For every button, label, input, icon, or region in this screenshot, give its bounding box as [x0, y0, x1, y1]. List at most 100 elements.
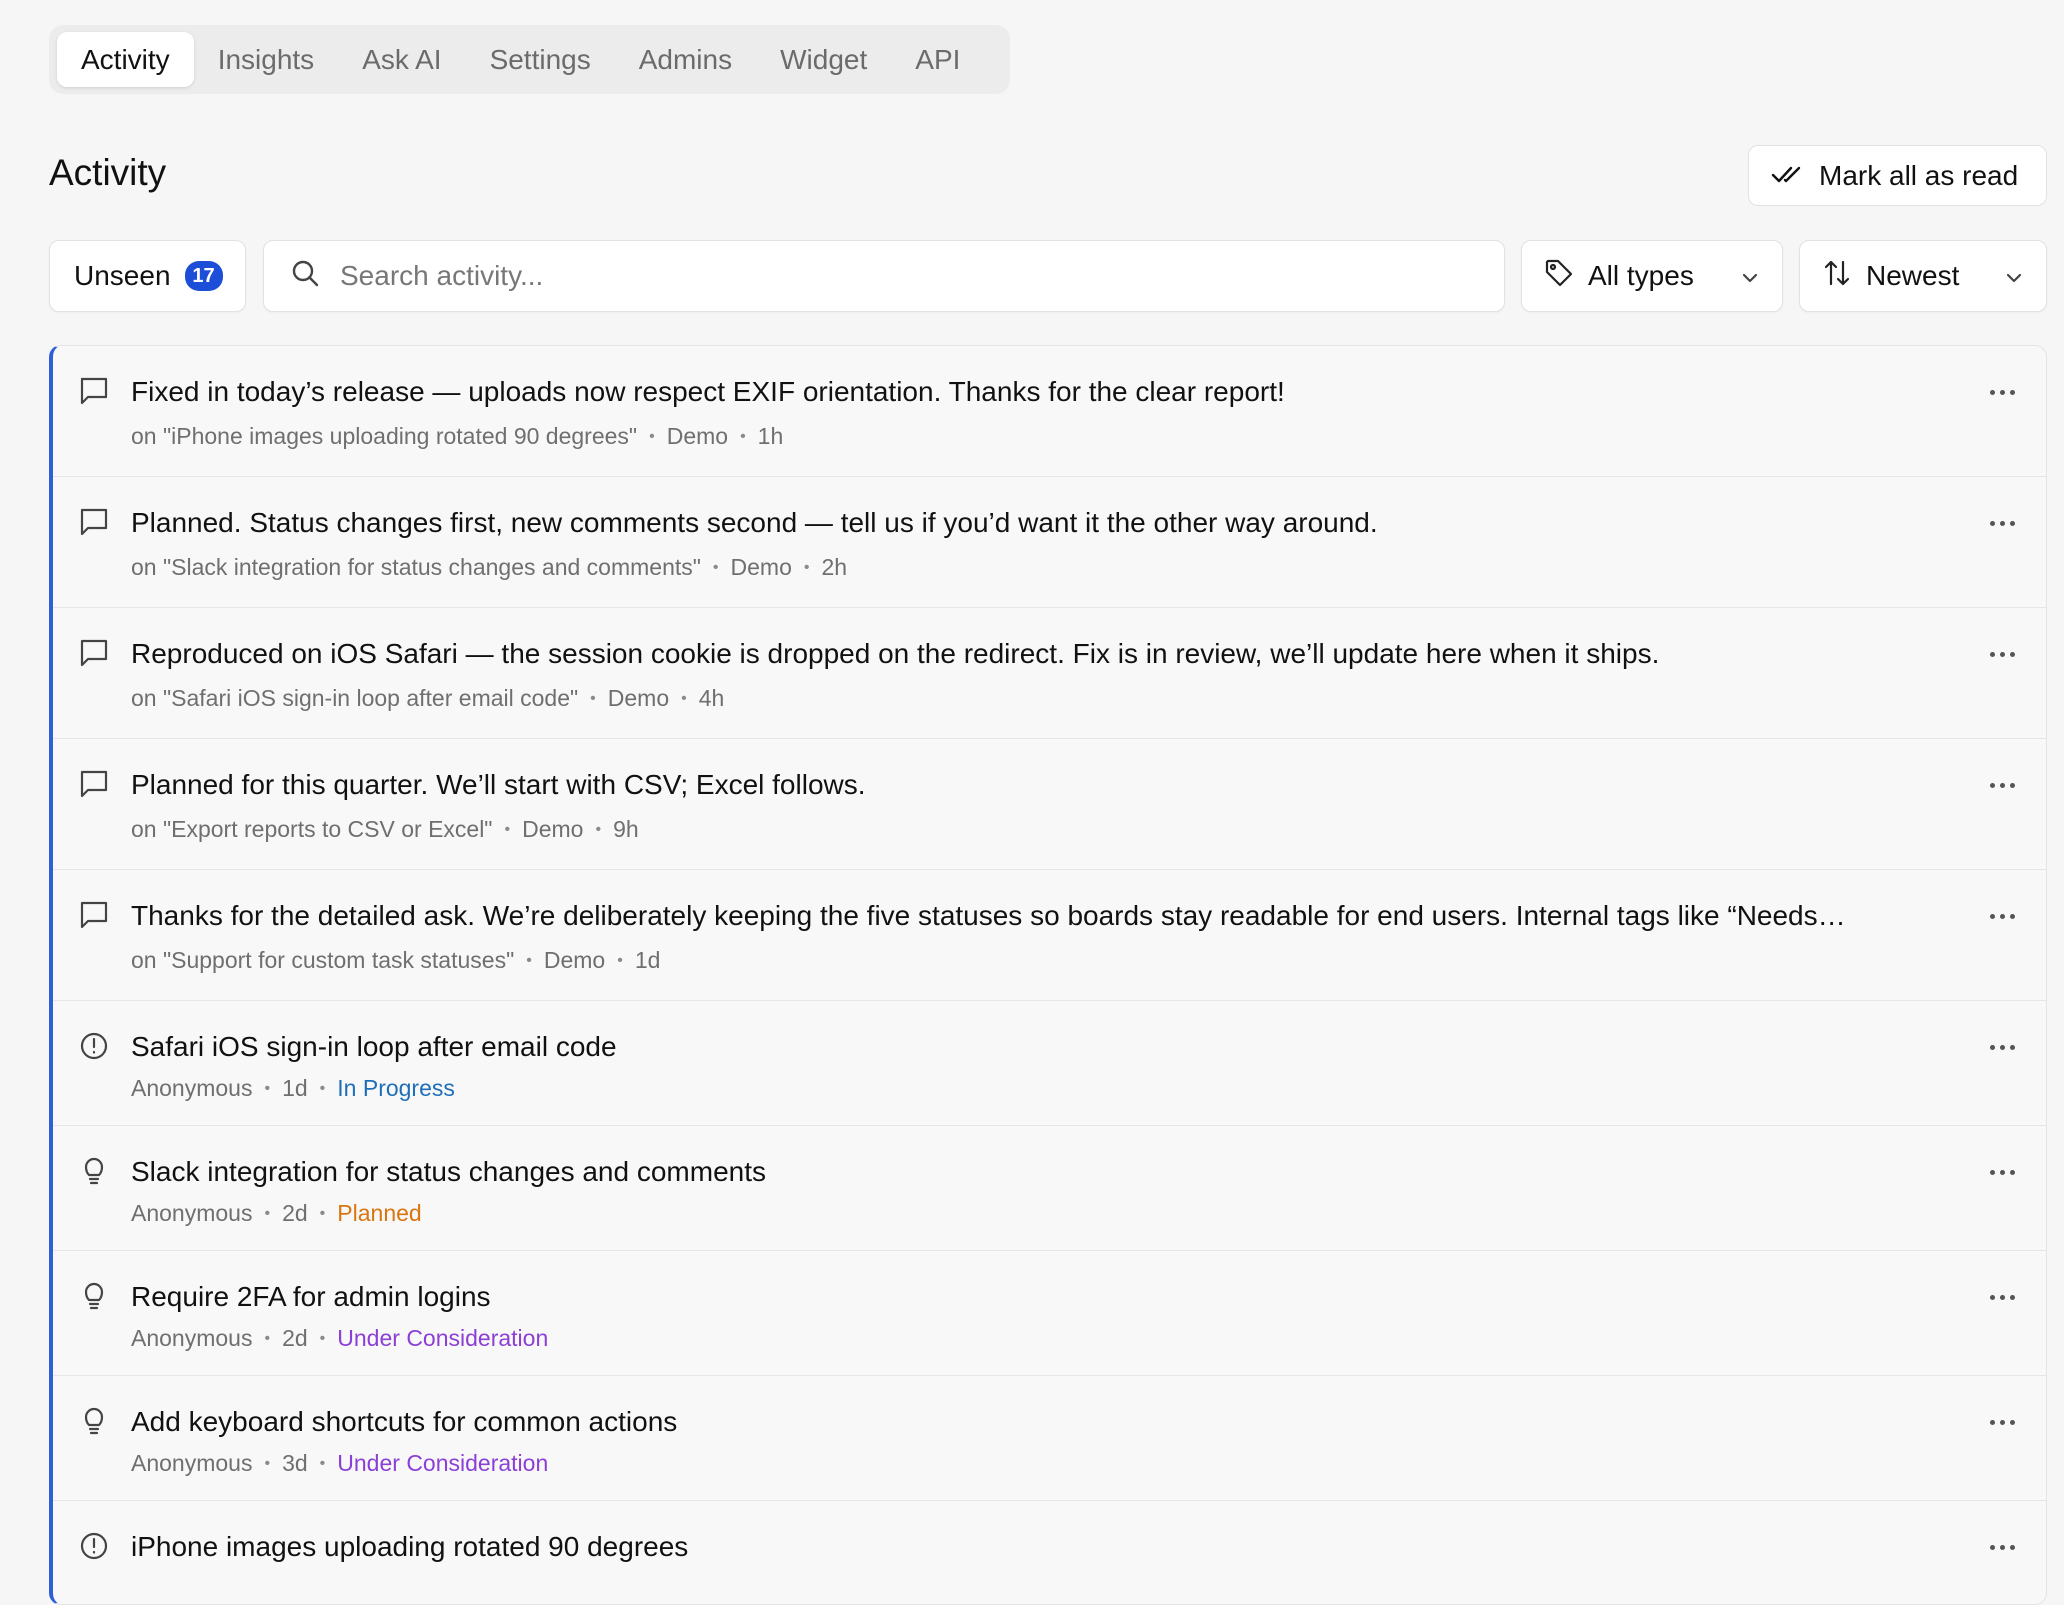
- tag-icon: [1544, 258, 1574, 295]
- alert-circle-icon: [79, 1031, 109, 1061]
- sort-label: Newest: [1866, 260, 1960, 291]
- activity-time: 3d: [282, 1450, 308, 1476]
- comment-icon: [79, 507, 109, 537]
- activity-author: Anonymous: [131, 1450, 253, 1476]
- search-input[interactable]: [338, 259, 1478, 293]
- activity-author: Demo: [607, 685, 670, 711]
- mark-all-read-button[interactable]: Mark all as read: [1748, 145, 2047, 206]
- status-badge: Planned: [337, 1200, 422, 1226]
- comment-icon: [79, 900, 109, 930]
- activity-author: Demo: [730, 554, 792, 580]
- activity-context: on "Safari iOS sign-in loop after email …: [131, 685, 579, 711]
- activity-meta: on "Safari iOS sign-in loop after email …: [131, 685, 725, 711]
- more-options-button[interactable]: [1982, 382, 2022, 402]
- tab-insights[interactable]: Insights: [194, 32, 339, 87]
- activity-title: Reproduced on iOS Safari — the session c…: [131, 638, 1660, 669]
- activity-author: Demo: [666, 423, 729, 449]
- activity-context: on "iPhone images uploading rotated 90 d…: [131, 423, 638, 449]
- type-filter-dropdown[interactable]: All types: [1521, 240, 1783, 312]
- activity-list: Fixed in today’s release — uploads now r…: [49, 345, 2047, 1605]
- type-filter-label: All types: [1588, 260, 1694, 291]
- chevron-down-icon: [2004, 260, 2024, 292]
- activity-item[interactable]: Reproduced on iOS Safari — the session c…: [53, 608, 2046, 739]
- more-options-button[interactable]: [1982, 644, 2022, 664]
- activity-title: Planned. Status changes first, new comme…: [131, 507, 1378, 538]
- activity-item[interactable]: Safari iOS sign-in loop after email code…: [53, 1001, 2046, 1126]
- status-badge: Under Consideration: [337, 1325, 549, 1351]
- activity-title: Add keyboard shortcuts for common action…: [131, 1406, 678, 1437]
- search-box: [263, 240, 1505, 312]
- activity-title: Safari iOS sign-in loop after email code: [131, 1031, 617, 1062]
- lightbulb-icon: [79, 1156, 109, 1186]
- activity-item[interactable]: Thanks for the detailed ask. We’re delib…: [53, 870, 2046, 1001]
- activity-context: on "Slack integration for status changes…: [131, 554, 701, 580]
- double-check-icon: [1771, 160, 1803, 192]
- activity-item[interactable]: iPhone images uploading rotated 90 degre…: [53, 1501, 2046, 1604]
- mark-all-read-label: Mark all as read: [1819, 159, 2019, 191]
- unseen-count-badge: 17: [184, 261, 223, 291]
- activity-meta: on "Slack integration for status changes…: [131, 554, 848, 580]
- activity-meta: on "Support for custom task statuses" • D…: [131, 947, 661, 973]
- tab-activity[interactable]: Activity: [57, 32, 194, 87]
- more-options-button[interactable]: [1982, 1037, 2022, 1057]
- lightbulb-icon: [79, 1281, 109, 1311]
- search-icon: [290, 258, 320, 295]
- filter-bar: Unseen 17 All types Ne: [49, 240, 2047, 312]
- activity-item[interactable]: Fixed in today’s release — uploads now r…: [53, 346, 2046, 477]
- chevron-down-icon: [1740, 260, 1760, 292]
- tab-admins[interactable]: Admins: [615, 32, 756, 87]
- more-options-button[interactable]: [1982, 1412, 2022, 1432]
- tab-ask-ai[interactable]: Ask AI: [338, 32, 465, 87]
- tab-widget[interactable]: Widget: [756, 32, 891, 87]
- activity-item[interactable]: Require 2FA for admin logins Anonymous • …: [53, 1251, 2046, 1376]
- lightbulb-icon: [79, 1406, 109, 1436]
- comment-icon: [79, 376, 109, 406]
- activity-item[interactable]: Planned for this quarter. We’ll start wi…: [53, 739, 2046, 870]
- activity-time: 9h: [613, 816, 639, 842]
- status-badge: In Progress: [337, 1075, 455, 1101]
- tab-settings[interactable]: Settings: [466, 32, 615, 87]
- activity-author: Demo: [543, 947, 606, 973]
- alert-circle-icon: [79, 1531, 109, 1561]
- activity-author: Anonymous: [131, 1075, 253, 1101]
- activity-meta: on "iPhone images uploading rotated 90 d…: [131, 423, 784, 449]
- activity-title: Planned for this quarter. We’ll start wi…: [131, 769, 866, 800]
- tab-api[interactable]: API: [891, 32, 984, 87]
- activity-meta: Anonymous • 2d • Planned: [131, 1200, 422, 1226]
- activity-time: 1d: [282, 1075, 308, 1101]
- activity-context: on "Support for custom task statuses": [131, 947, 515, 973]
- activity-time: 2d: [282, 1325, 308, 1351]
- activity-item[interactable]: Add keyboard shortcuts for common action…: [53, 1376, 2046, 1501]
- status-badge: Under Consideration: [337, 1450, 549, 1476]
- activity-title: Thanks for the detailed ask. We’re delib…: [131, 900, 1846, 931]
- activity-meta: Anonymous • 1d • In Progress: [131, 1075, 455, 1101]
- activity-meta: on "Export reports to CSV or Excel" • Dem…: [131, 816, 639, 842]
- unseen-label: Unseen: [74, 260, 171, 291]
- activity-author: Demo: [522, 816, 584, 842]
- activity-author: Anonymous: [131, 1200, 253, 1226]
- comment-icon: [79, 638, 109, 668]
- more-options-button[interactable]: [1982, 1287, 2022, 1307]
- more-options-button[interactable]: [1982, 906, 2022, 926]
- activity-meta: Anonymous • 3d • Under Consideration: [131, 1450, 549, 1476]
- activity-title: iPhone images uploading rotated 90 degre…: [131, 1531, 689, 1562]
- activity-title: Require 2FA for admin logins: [131, 1281, 491, 1312]
- comment-icon: [79, 769, 109, 799]
- sort-dropdown[interactable]: Newest: [1799, 240, 2047, 312]
- unseen-filter-button[interactable]: Unseen 17: [49, 240, 246, 312]
- sort-arrows-icon: [1822, 258, 1852, 295]
- more-options-button[interactable]: [1982, 1537, 2022, 1557]
- activity-author: Anonymous: [131, 1325, 253, 1351]
- more-options-button[interactable]: [1982, 775, 2022, 795]
- main-tabs: Activity Insights Ask AI Settings Admins…: [49, 25, 1010, 94]
- activity-time: 4h: [698, 685, 725, 711]
- activity-time: 2d: [282, 1200, 308, 1226]
- activity-item[interactable]: Planned. Status changes first, new comme…: [53, 477, 2046, 608]
- activity-context: on "Export reports to CSV or Excel": [131, 816, 493, 842]
- more-options-button[interactable]: [1982, 513, 2022, 533]
- activity-meta: Anonymous • 2d • Under Consideration: [131, 1325, 549, 1351]
- activity-item[interactable]: Slack integration for status changes and…: [53, 1126, 2046, 1251]
- activity-time: 2h: [821, 554, 848, 580]
- activity-time: 1d: [634, 947, 661, 973]
- more-options-button[interactable]: [1982, 1162, 2022, 1182]
